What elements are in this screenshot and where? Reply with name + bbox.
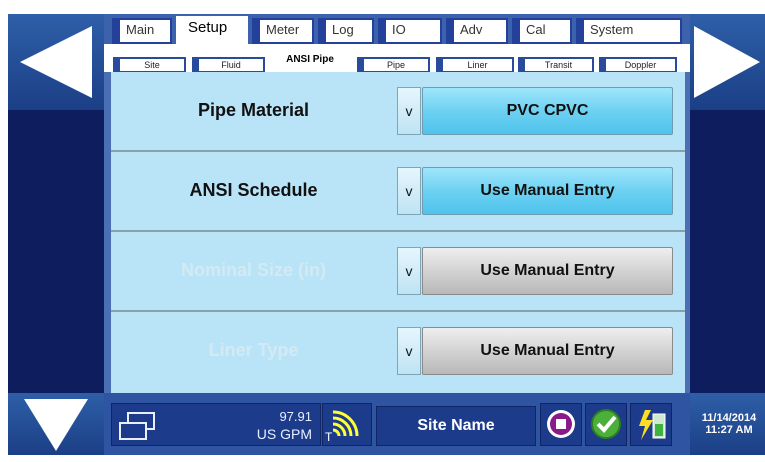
subtab-fluid[interactable]: Fluid — [192, 57, 265, 73]
checkmark-icon — [591, 409, 621, 439]
pipe-material-label: Pipe Material — [197, 100, 310, 120]
stop-button[interactable] — [540, 403, 582, 446]
nominal-size-label: Nominal Size (in) — [180, 260, 326, 280]
pipe-material-row: Pipe Material v PVC CPVC — [111, 72, 685, 152]
subtab-pipe[interactable]: Pipe — [357, 57, 430, 73]
flow-value: 97.91 — [279, 409, 312, 424]
power-status-button[interactable] — [630, 403, 672, 446]
tab-log[interactable]: Log — [318, 18, 374, 44]
liner-type-label: Liner Type — [208, 340, 299, 360]
right-arrow-icon — [694, 26, 760, 98]
main-tab-bar: Main Setup Meter Log IO Adv Cal System — [104, 14, 690, 46]
ansi-schedule-row: ANSI Schedule v Use Manual Entry — [111, 152, 685, 232]
liner-type-dropdown-button[interactable]: v — [397, 327, 421, 375]
liner-type-value-button[interactable]: Use Manual Entry — [422, 327, 673, 375]
time-text: 11:27 AM — [705, 424, 753, 436]
tab-main[interactable]: Main — [112, 18, 172, 44]
transit-label: T — [325, 430, 333, 444]
display-mode-icon — [119, 412, 155, 440]
tab-meter[interactable]: Meter — [252, 18, 314, 44]
subtab-ansi-pipe[interactable]: ANSI Pipe — [271, 54, 349, 73]
app-frame: 11/14/2014 11:27 AM Main Setup Meter Log… — [0, 0, 765, 462]
tab-system[interactable]: System — [576, 18, 682, 44]
tab-adv[interactable]: Adv — [446, 18, 508, 44]
tab-io[interactable]: IO — [378, 18, 442, 44]
left-side-panel — [8, 110, 104, 393]
tab-setup[interactable]: Setup — [176, 16, 248, 46]
settings-panel: Pipe Material v PVC CPVC ANSI Schedule v… — [111, 72, 685, 393]
down-arrow-icon — [24, 399, 88, 451]
status-ok-button[interactable] — [585, 403, 627, 446]
battery-lightning-icon — [639, 410, 666, 440]
left-arrow-icon — [20, 26, 92, 98]
forward-button[interactable] — [690, 14, 765, 110]
site-name-button[interactable]: Site Name — [376, 406, 536, 446]
stop-icon — [547, 410, 575, 438]
subtab-doppler[interactable]: Doppler — [599, 57, 677, 73]
scroll-down-button[interactable] — [8, 393, 104, 455]
status-bar: 97.91 US GPM T Site Name — [104, 393, 690, 455]
tab-cal[interactable]: Cal — [512, 18, 572, 44]
pipe-material-value-button[interactable]: PVC CPVC — [422, 87, 673, 135]
date-text: 11/14/2014 — [701, 412, 757, 424]
subtab-liner[interactable]: Liner — [436, 57, 514, 73]
ansi-schedule-value-button[interactable]: Use Manual Entry — [422, 167, 673, 215]
ansi-schedule-label: ANSI Schedule — [189, 180, 318, 200]
main-area: Main Setup Meter Log IO Adv Cal System S… — [104, 14, 690, 393]
pipe-material-dropdown-button[interactable]: v — [397, 87, 421, 135]
datetime-display: 11/14/2014 11:27 AM — [693, 412, 765, 436]
nominal-size-dropdown-button[interactable]: v — [397, 247, 421, 295]
liner-type-row: Liner Type v Use Manual Entry — [111, 312, 685, 392]
signal-indicator[interactable]: T — [322, 403, 372, 446]
subtab-site[interactable]: Site — [113, 57, 186, 73]
flow-display[interactable]: 97.91 US GPM — [111, 403, 321, 446]
sub-tab-bar: Site Fluid ANSI Pipe Pipe Liner Transit … — [104, 44, 690, 73]
flow-unit: US GPM — [256, 426, 312, 442]
right-side-panel — [690, 110, 765, 393]
nominal-size-value-button[interactable]: Use Manual Entry — [422, 247, 673, 295]
subtab-transit[interactable]: Transit — [518, 57, 594, 73]
back-button[interactable] — [8, 14, 104, 110]
nominal-size-row: Nominal Size (in) v Use Manual Entry — [111, 232, 685, 312]
ansi-schedule-dropdown-button[interactable]: v — [397, 167, 421, 215]
